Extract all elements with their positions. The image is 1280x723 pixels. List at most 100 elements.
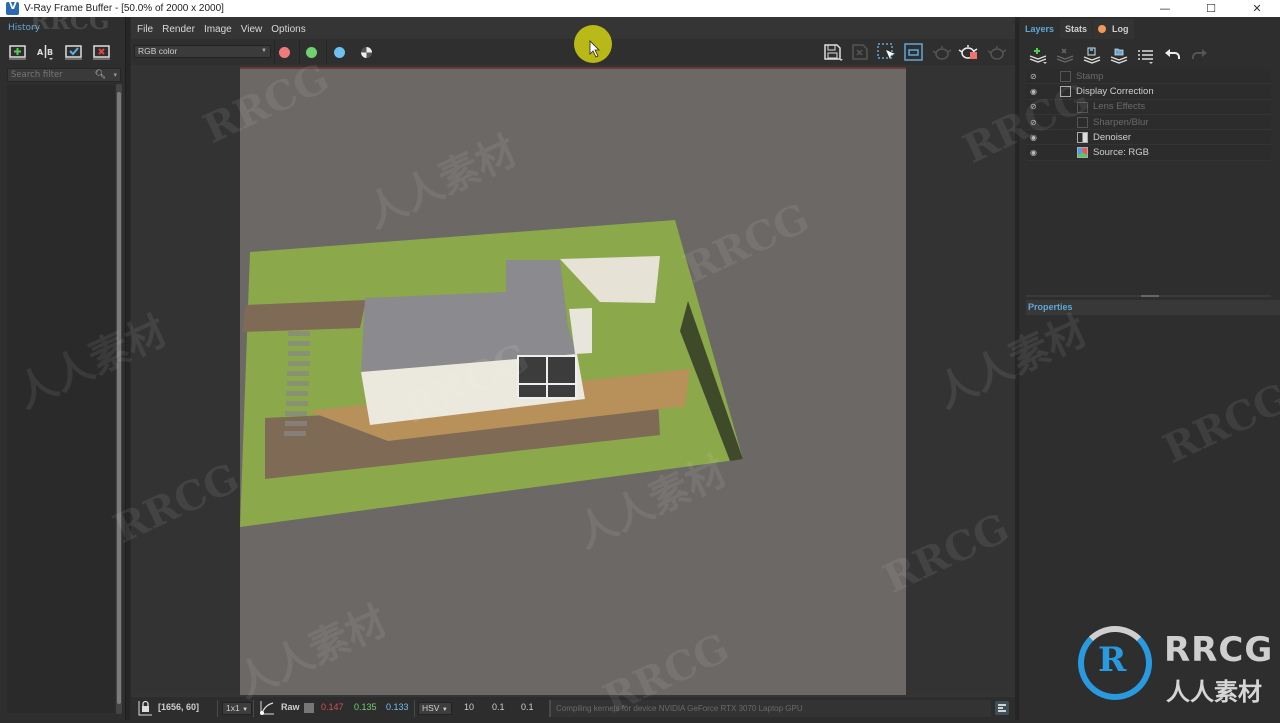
red-value: 0.147 [321,702,344,712]
menu-options[interactable]: Options [271,24,305,35]
region-render-icon [877,43,895,59]
menu-render[interactable]: Render [162,24,195,35]
right-splitter[interactable] [1015,17,1019,720]
log-indicator-icon [1098,25,1107,33]
sample-size-select[interactable]: 1x1 ▼ [222,702,253,715]
visibility-off-icon[interactable]: ⊘ [1030,118,1040,127]
maximize-button[interactable]: ☐ [1188,0,1234,17]
sample-size-value: 1x1 [226,703,240,713]
layer-tree: ⊘ Stamp ◉ Display Correction ⊘ Lens Effe… [1026,69,1271,163]
layer-name: Source: RGB [1093,147,1149,159]
undo-icon [1165,49,1180,59]
sharpen-blur-icon [1077,116,1088,128]
tab-history[interactable]: History [8,23,40,33]
track-mouse-icon [904,43,923,61]
logo-text-cjk: 人人素材 [1166,678,1262,706]
load-layers-icon [1110,48,1128,64]
save-image-button[interactable] [822,42,844,62]
log-button[interactable] [995,701,1009,715]
clear-image-button[interactable] [849,42,871,62]
clear-image-icon [852,44,868,60]
display-correction-toggle-icon[interactable] [259,700,275,718]
status-message: Compiling kernels for device NVIDIA GeFo… [549,700,991,717]
visibility-off-icon[interactable]: ⊘ [1030,102,1040,111]
visibility-off-icon[interactable]: ⊘ [1030,72,1040,81]
tab-log[interactable]: Log [1093,19,1134,39]
layer-item-source-rgb[interactable]: ◉ Source: RGB [1026,145,1271,161]
render-button[interactable] [986,42,1008,62]
separator [414,700,415,717]
green-channel-button[interactable] [306,47,317,58]
undo-button[interactable] [1163,47,1182,65]
eye-icon[interactable]: ◉ [1030,87,1040,96]
tab-stats[interactable]: Stats [1060,19,1093,39]
render-interactive-button[interactable] [958,42,980,62]
redo-icon [1192,49,1207,59]
save-to-history-button[interactable] [8,43,27,61]
load-layer-tree-button[interactable] [1109,47,1128,65]
layer-item-display-correction[interactable]: ◉ Display Correction [1026,84,1271,100]
right-tabs: Layers Stats Log [1020,17,1280,39]
menu-image[interactable]: Image [204,24,232,35]
main-area: File Render Image View Options RGB color… [131,17,1015,720]
menu-view[interactable]: View [241,24,263,35]
close-button[interactable]: ✕ [1234,0,1280,17]
lock-coordinates-icon[interactable] [138,700,152,718]
tab-log-label: Log [1112,24,1129,34]
left-splitter[interactable] [126,17,130,720]
separator [274,41,275,63]
history-search-input[interactable]: Search filter 🔍︎ ▾ [7,68,121,82]
layer-item-denoiser[interactable]: ◉ Denoiser [1026,130,1271,146]
panel-splitter[interactable] [1026,295,1271,297]
channel-select[interactable]: RGB color ▼ [134,45,271,58]
delete-layer-button[interactable] [1055,47,1074,65]
menu-file[interactable]: File [137,24,153,35]
lens-effects-icon [1077,101,1088,113]
color-swatch [304,703,314,713]
layer-presets-button[interactable] [1136,47,1155,65]
pixel-coordinates: [1656, 60] [158,702,200,712]
minimize-icon: — [1159,2,1171,15]
scrollbar-thumb[interactable] [117,92,121,704]
splitter-grip[interactable] [1141,295,1159,297]
title-bar: V-Ray Frame Buffer - [50.0% of 2000 x 20… [0,0,1280,17]
layer-item-sharpen-blur[interactable]: ⊘ Sharpen/Blur [1026,114,1271,131]
search-dropdown-icon[interactable]: ▾ [113,69,117,81]
window-title: V-Ray Frame Buffer - [50.0% of 2000 x 20… [24,3,224,14]
color-space-select[interactable]: HSV ▼ [418,702,452,715]
track-mouse-button[interactable] [903,42,925,62]
saturation-value: 0.1 [492,702,505,712]
delete-history-button[interactable] [92,43,111,61]
alpha-channel-button[interactable] [361,47,372,58]
save-to-history-icon [9,45,26,60]
tab-layers[interactable]: Layers [1020,19,1060,39]
history-scrollbar[interactable] [116,84,122,714]
save-icon [824,44,843,61]
eye-icon[interactable]: ◉ [1030,148,1040,157]
redo-button[interactable] [1190,47,1209,65]
chevron-down-icon: ▼ [261,48,267,54]
eye-icon[interactable]: ◉ [1030,133,1040,142]
region-render-button[interactable] [876,42,898,62]
render-last-button[interactable] [931,42,953,62]
rendered-image [240,67,906,695]
color-mode-label: Raw [281,702,300,712]
layer-name: Lens Effects [1093,101,1146,113]
chevron-down-icon: ▼ [441,707,448,713]
logo-glyph: R [1098,640,1127,680]
blue-value: 0.133 [386,702,409,712]
ab-compare-button[interactable]: AB [36,43,55,61]
layer-item-lens-effects[interactable]: ⊘ Lens Effects [1026,99,1271,115]
channel-select-value: RGB color [138,46,178,56]
minimize-button[interactable]: — [1142,0,1188,17]
render-viewport[interactable] [131,65,1015,695]
blue-channel-button[interactable] [334,47,345,58]
separator [253,700,254,717]
load-history-button[interactable] [64,43,83,61]
red-channel-button[interactable] [279,47,290,58]
create-layer-button[interactable] [1028,47,1047,65]
mouse-pointer-icon [589,40,600,58]
layer-item-stamp[interactable]: ⊘ Stamp [1026,69,1271,85]
save-layer-tree-button[interactable] [1082,47,1101,65]
value-value: 0.1 [521,702,534,712]
